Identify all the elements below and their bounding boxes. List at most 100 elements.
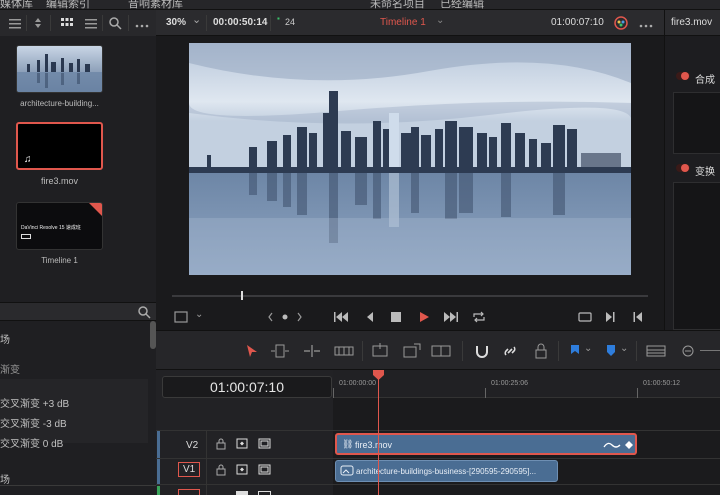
media-item[interactable]: architecture-building...: [16, 45, 103, 108]
media-item-label: fire3.mov: [40, 176, 78, 186]
effect-item[interactable]: 交叉渐变 -3 dB: [0, 415, 67, 430]
ruler-label: 01:00:25:06: [491, 380, 528, 387]
marker-icon[interactable]: [606, 344, 616, 358]
timeline-timecode: 01:00:07:10: [551, 17, 604, 28]
list-detail-icon[interactable]: [84, 16, 98, 30]
track-name-v1[interactable]: V1: [183, 464, 195, 475]
jog-control[interactable]: [268, 311, 302, 323]
linked-selection-icon[interactable]: [502, 343, 518, 359]
play-icon[interactable]: [418, 311, 430, 323]
media-thumbnail[interactable]: [16, 45, 103, 93]
dynamic-trim-icon[interactable]: [302, 343, 322, 359]
more-options-icon[interactable]: [134, 20, 150, 28]
media-item-label: Timeline 1: [41, 256, 78, 265]
timeline-clip-v2[interactable]: ⛓ fire3.mov: [335, 433, 637, 455]
fps-label: 24: [285, 17, 296, 27]
flag-icon[interactable]: [570, 344, 580, 358]
selection-tool-icon[interactable]: [246, 344, 258, 358]
loop-icon[interactable]: [472, 311, 486, 323]
viewer-scrubber[interactable]: [172, 295, 648, 297]
track-lock-icon[interactable]: [216, 464, 226, 476]
image-clip-icon: [340, 465, 354, 476]
snapping-icon[interactable]: [474, 343, 490, 359]
media-item[interactable]: ♫ fire3.mov: [16, 122, 103, 186]
replace-clip-icon[interactable]: [430, 343, 452, 359]
media-thumbnail[interactable]: DaVinci Resolve 15 速成班: [16, 202, 103, 250]
timeline-view-options-icon[interactable]: [646, 345, 666, 357]
zoom-out-icon[interactable]: [682, 345, 694, 357]
project-mode: 已经编辑: [440, 0, 484, 10]
transform-label: 变换: [695, 167, 715, 178]
sort-icon[interactable]: [32, 16, 44, 30]
color-wheel-icon[interactable]: [614, 16, 628, 30]
effect-item[interactable]: 交叉渐变 0 dB: [0, 435, 63, 450]
media-thumbnail[interactable]: ♫: [16, 122, 103, 170]
timeline-clip-v1[interactable]: architecture-buildings-business-[290595-…: [335, 460, 558, 482]
track-name-v2[interactable]: V2: [186, 440, 198, 451]
top-item-media[interactable]: 媒体库: [0, 0, 33, 9]
list-view-icon[interactable]: [8, 16, 22, 30]
track-enable-icon[interactable]: [258, 464, 271, 475]
marker-dropdown-icon[interactable]: ⌄: [620, 343, 628, 354]
viewer-size-icon[interactable]: [174, 311, 188, 323]
source-timecode: 00:00:50:14: [213, 17, 268, 28]
jump-to-end-icon[interactable]: [443, 311, 459, 323]
composite-section[interactable]: 合成: [671, 68, 720, 86]
composite-label: 合成: [695, 75, 715, 86]
effects-section-label: 场: [0, 335, 10, 346]
fps-indicator-icon: ▪: [277, 14, 280, 23]
track-enable-icon[interactable]: [258, 438, 271, 449]
effect-item[interactable]: 交叉渐变 +3 dB: [0, 395, 69, 410]
zoom-level[interactable]: 30%: [166, 17, 186, 28]
auto-select-icon[interactable]: [236, 438, 248, 449]
auto-select-icon[interactable]: [236, 464, 248, 475]
viewer-more-icon[interactable]: [638, 20, 654, 28]
blade-tool-icon[interactable]: [334, 344, 354, 358]
keyframe-curve-icon[interactable]: [603, 439, 633, 451]
timeline-playhead[interactable]: [378, 370, 379, 495]
timeline-dropdown-icon[interactable]: ⌄: [436, 15, 444, 26]
overwrite-clip-icon[interactable]: [402, 343, 422, 359]
playhead-handle[interactable]: [373, 370, 384, 380]
inspector-filename: fire3.mov: [671, 17, 713, 28]
scrubber-playhead[interactable]: [241, 291, 243, 300]
step-back-icon[interactable]: [364, 311, 376, 323]
project-title: 未命名项目: [370, 0, 425, 10]
lock-icon[interactable]: [534, 343, 548, 359]
viewer-size-dropdown-icon[interactable]: ⌄: [195, 309, 203, 320]
transform-section[interactable]: 变换: [671, 160, 720, 178]
next-edit-icon[interactable]: [604, 311, 616, 323]
effects-search-icon[interactable]: [137, 305, 151, 319]
prev-edit-icon[interactable]: [632, 311, 644, 323]
transform-toggle[interactable]: [681, 164, 689, 172]
track-lock-icon[interactable]: [216, 438, 226, 450]
jump-to-start-icon[interactable]: [333, 311, 349, 323]
media-item[interactable]: DaVinci Resolve 15 速成班 Timeline 1: [16, 202, 103, 265]
ruler-label: 01:00:50:12: [643, 380, 680, 387]
timeline-timecode-display[interactable]: 01:00:07:10: [162, 376, 332, 398]
top-item-edit-index[interactable]: 编辑索引: [46, 0, 90, 9]
inspector-panel: fire3.mov 合成 变换: [664, 10, 720, 330]
zoom-dropdown-icon[interactable]: ⌄: [192, 13, 201, 26]
clip-label: fire3.mov: [355, 440, 393, 450]
composite-toggle[interactable]: [681, 72, 689, 80]
top-item-sound-library[interactable]: 音响素材库: [128, 0, 183, 9]
zoom-slider[interactable]: [700, 350, 720, 351]
thumbnail-view-icon[interactable]: [60, 16, 74, 30]
track-color-indicator: [157, 459, 160, 484]
audio-note-icon: ♫: [24, 154, 32, 165]
insert-clip-icon[interactable]: [370, 343, 392, 359]
effects-list: [0, 379, 148, 443]
flag-dropdown-icon[interactable]: ⌄: [584, 343, 592, 354]
media-item-label: architecture-building...: [20, 99, 99, 108]
effects-section-label: 场: [0, 475, 10, 486]
stop-icon[interactable]: [391, 312, 401, 322]
video-frame[interactable]: [189, 43, 631, 275]
effects-panel: 场 渐变 交叉渐变 +3 dB 交叉渐变 -3 dB 交叉渐变 0 dB 场: [0, 302, 156, 495]
effects-category-label: 渐变: [0, 365, 20, 376]
search-icon[interactable]: [108, 16, 122, 30]
timeline-ruler[interactable]: 01:00:00:00 01:00:25:06 01:00:50:12: [333, 370, 720, 398]
match-frame-icon[interactable]: [577, 311, 593, 323]
trim-tool-icon[interactable]: [270, 343, 290, 359]
timeline-name[interactable]: Timeline 1: [380, 17, 426, 28]
